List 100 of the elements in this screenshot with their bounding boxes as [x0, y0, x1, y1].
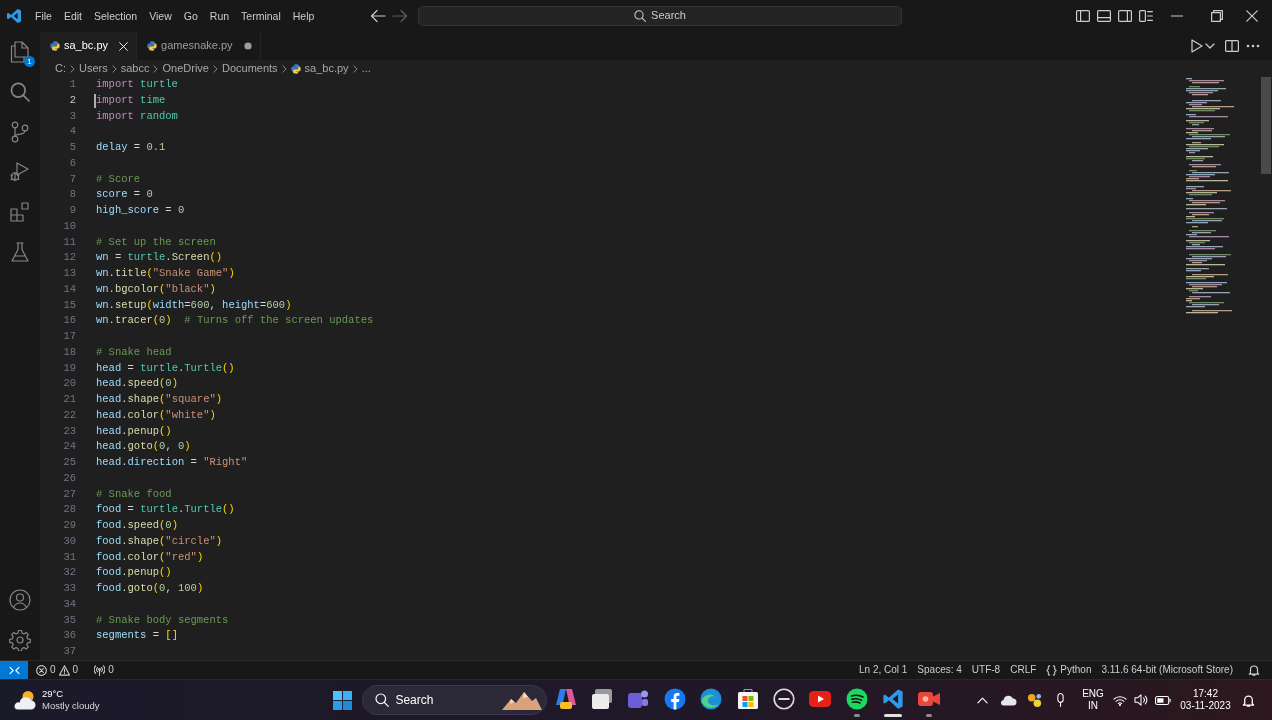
ring-logo-app-icon[interactable]: [772, 688, 795, 710]
line-number: 4: [69, 125, 76, 138]
more-icon[interactable]: [1246, 44, 1260, 48]
code-line: head.goto(0, 0): [96, 439, 191, 455]
line-number: 28: [63, 503, 76, 516]
clock-date[interactable]: 03-11-2023: [1180, 700, 1231, 713]
settings-icon[interactable]: [9, 629, 31, 651]
line-number: 27: [63, 487, 76, 500]
status-item[interactable]: 3.11.6 64-bit (Microsoft Store): [1096, 661, 1238, 679]
weather-icon[interactable]: [13, 690, 37, 710]
circles-tray-icon[interactable]: [1026, 692, 1042, 708]
command-search-bar[interactable]: Search: [418, 6, 902, 26]
right-sidebar-layout-icon[interactable]: [1118, 9, 1132, 23]
tab-close-icon[interactable]: [119, 41, 129, 51]
code-line: high_score = 0: [96, 203, 185, 218]
status-item[interactable]: CRLF: [1005, 661, 1042, 679]
run-icon[interactable]: [1191, 39, 1203, 53]
breadcrumb-item[interactable]: sa_bc.py: [290, 61, 349, 76]
battery-icon[interactable]: [1155, 695, 1171, 705]
status-item[interactable]: Ln 2, Col 1: [854, 661, 913, 679]
line-number: 29: [63, 519, 76, 531]
menu-item[interactable]: Help: [286, 7, 321, 25]
play-button-app-icon[interactable]: [809, 691, 832, 707]
input-region[interactable]: IN: [1082, 700, 1104, 713]
search-icon[interactable]: [10, 82, 30, 102]
notification-badge: 1: [24, 56, 35, 67]
code-line: import time: [96, 92, 166, 108]
cloud-icon[interactable]: [998, 694, 1017, 706]
files-icon[interactable]: [10, 41, 30, 63]
shopping-bag-app-icon[interactable]: [736, 688, 759, 710]
microphone-icon[interactable]: [1056, 693, 1064, 707]
ribbon-logo-app-icon[interactable]: [882, 688, 905, 710]
line-number: 22: [63, 408, 76, 421]
line-number: 3: [69, 109, 76, 122]
menu-item[interactable]: Terminal: [235, 7, 287, 25]
chevron-up-icon[interactable]: [976, 696, 988, 704]
sound-arcs-app-icon[interactable]: [845, 688, 868, 710]
line-number: 7: [69, 172, 76, 185]
chat-app-icon[interactable]: [627, 688, 650, 710]
split-editor-icon[interactable]: [1225, 39, 1239, 53]
line-number: 25: [63, 456, 76, 468]
breadcrumb-item[interactable]: Users: [79, 61, 108, 76]
flask-icon[interactable]: [11, 242, 29, 262]
search-icon: [634, 10, 647, 22]
line-number: 10: [63, 219, 76, 232]
remote-button[interactable]: [0, 661, 28, 679]
camera-app-icon[interactable]: [918, 692, 941, 706]
line-number: 31: [63, 550, 76, 563]
chevron-icon: [212, 64, 218, 73]
taskbar-search[interactable]: Search: [362, 685, 548, 715]
extensions-icon[interactable]: [10, 202, 30, 222]
bottom-panel-layout-icon[interactable]: [1097, 9, 1111, 23]
left-sidebar-layout-icon[interactable]: [1076, 9, 1090, 23]
breadcrumb-item[interactable]: sabcc: [120, 61, 150, 76]
breadcrumb-item[interactable]: C:: [55, 61, 66, 76]
restore-icon[interactable]: [1211, 10, 1223, 22]
close-icon[interactable]: [1246, 10, 1258, 22]
breadcrumb-item[interactable]: ...: [361, 61, 371, 76]
wifi-icon[interactable]: [1113, 694, 1127, 706]
swirl-app-icon[interactable]: [700, 688, 723, 710]
menu-item[interactable]: File: [29, 7, 58, 25]
status-item[interactable]: Python: [1041, 661, 1097, 679]
notifications-icon[interactable]: [1248, 664, 1260, 676]
menu-item[interactable]: Edit: [57, 7, 88, 25]
line-number: 36: [63, 629, 76, 642]
f-logo-app-icon[interactable]: [663, 688, 686, 710]
notifications-icon[interactable]: [1241, 693, 1255, 707]
menu-item[interactable]: Run: [203, 7, 236, 25]
caret-icon[interactable]: [1205, 43, 1215, 49]
code-line: wn.tracer(0) # Turns off the screen updates: [96, 313, 374, 329]
speaker-icon[interactable]: [1134, 694, 1148, 706]
ports-indicator[interactable]: 0: [89, 661, 119, 679]
scrollbar-thumb[interactable]: [1261, 77, 1271, 174]
back-arrow-icon[interactable]: [370, 9, 386, 23]
arch-shape-app-icon[interactable]: [554, 688, 577, 710]
code-line: food = turtle.Turtle(): [96, 502, 235, 518]
source-control-icon[interactable]: [11, 121, 29, 143]
menu-item[interactable]: View: [143, 7, 178, 25]
account-icon[interactable]: [9, 589, 31, 611]
window-stack-app-icon[interactable]: [590, 688, 613, 710]
breadcrumb-item[interactable]: OneDrive: [162, 61, 209, 76]
line-number: 24: [63, 440, 76, 453]
status-item[interactable]: Spaces: 4: [912, 661, 967, 679]
line-number: 15: [63, 298, 76, 311]
menu-item[interactable]: Selection: [88, 7, 144, 25]
input-language[interactable]: ENG: [1082, 687, 1104, 700]
code-line: head.penup(): [96, 423, 172, 439]
warning-icon: [58, 664, 70, 676]
editor-tab[interactable]: sa_bc.py: [40, 32, 138, 60]
problems-indicator[interactable]: 0 0: [31, 661, 84, 679]
clock-time[interactable]: 17:42: [1180, 687, 1231, 700]
weather-temperature: 29°C: [42, 688, 65, 700]
menu-item[interactable]: Go: [177, 7, 204, 25]
status-item[interactable]: UTF-8: [966, 661, 1006, 679]
start-icon[interactable]: [332, 690, 352, 710]
custom-layout-icon[interactable]: [1139, 9, 1153, 23]
code-line: delay = 0.1: [96, 140, 166, 155]
chevron-icon: [153, 64, 159, 73]
run-debug-icon[interactable]: [10, 162, 30, 182]
breadcrumb-item[interactable]: Documents: [221, 61, 278, 76]
